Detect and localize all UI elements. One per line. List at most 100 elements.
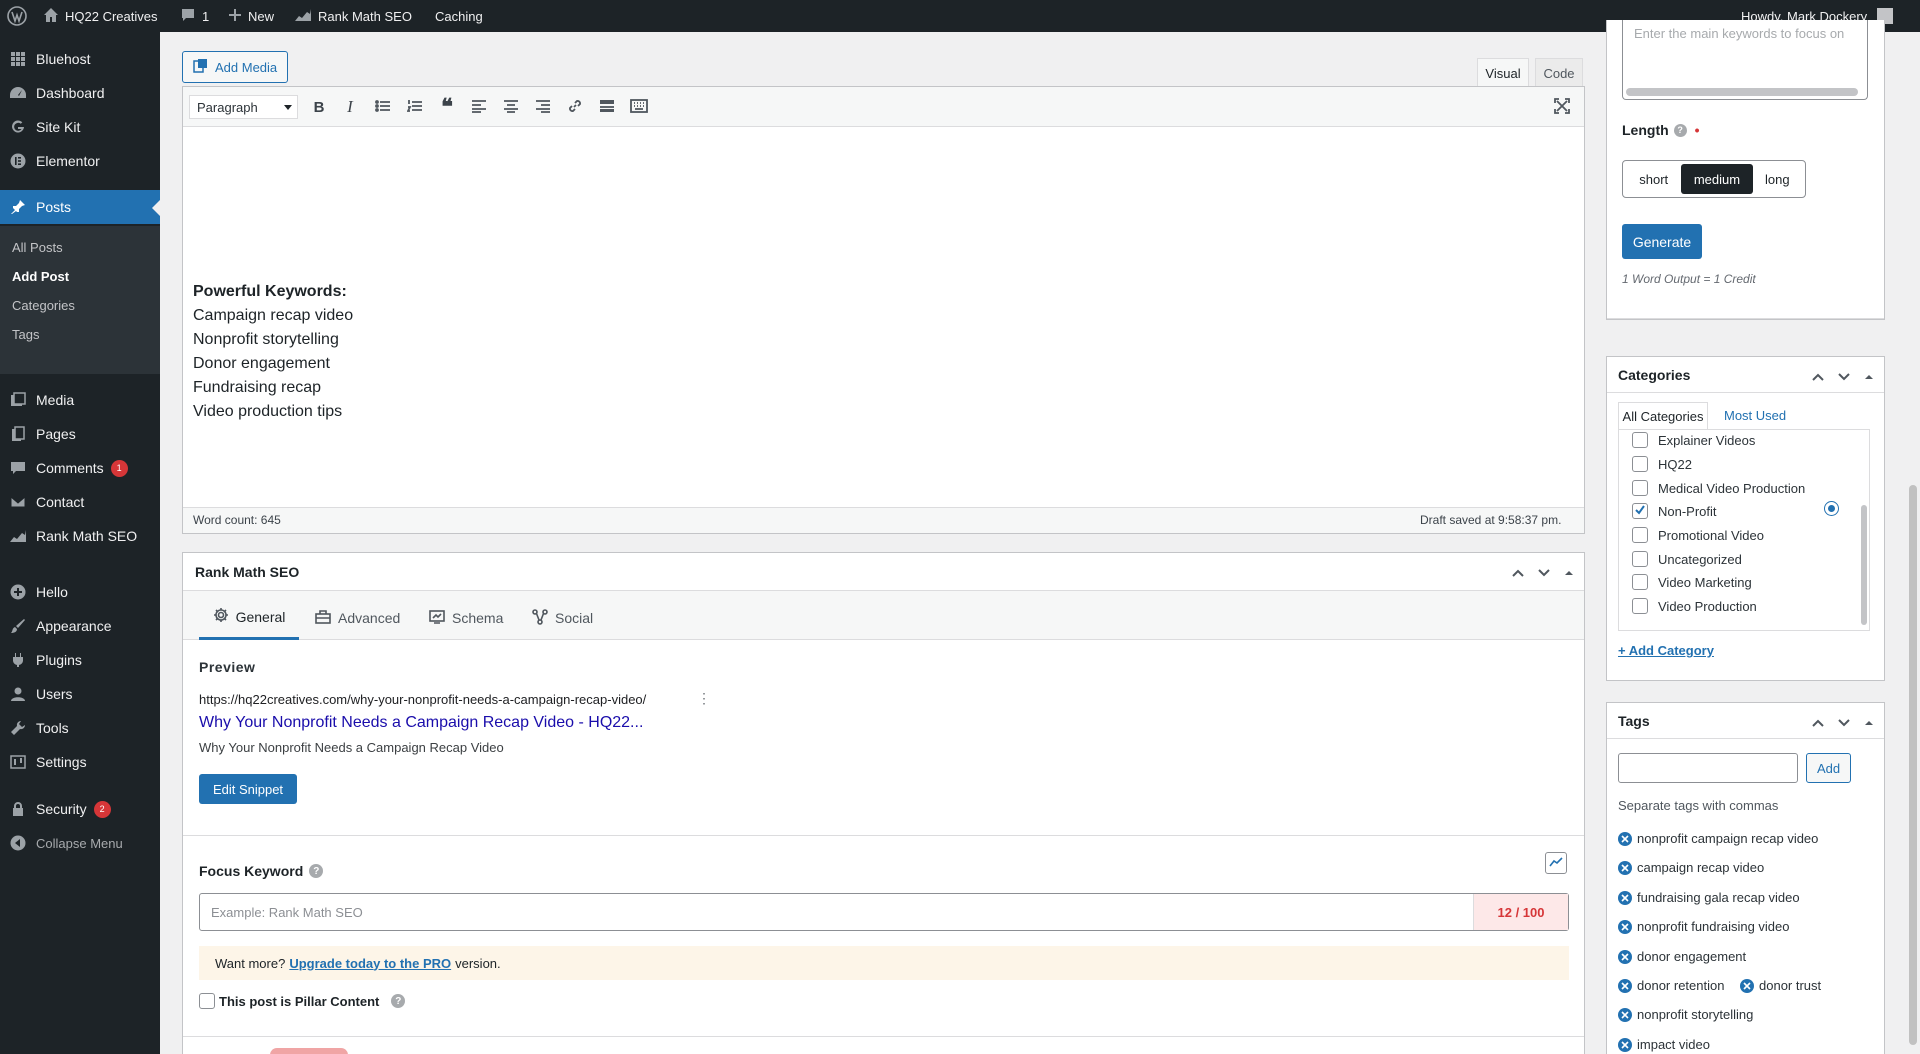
category-checkbox[interactable] bbox=[1632, 503, 1648, 519]
add-category-link[interactable]: + Add Category bbox=[1618, 643, 1714, 658]
sidebar-item-settings[interactable]: Settings bbox=[0, 745, 160, 779]
sidebar-item-site-kit[interactable]: Site Kit bbox=[0, 110, 160, 144]
submenu-all-posts[interactable]: All Posts bbox=[12, 240, 63, 255]
remove-tag-icon[interactable] bbox=[1618, 978, 1632, 993]
collapse-toggle-icon[interactable] bbox=[1564, 565, 1574, 581]
move-up-icon[interactable] bbox=[1812, 369, 1824, 385]
category-item-promotional[interactable]: Promotional Video bbox=[1632, 527, 1764, 543]
align-left-button[interactable] bbox=[468, 96, 490, 118]
category-item-medical[interactable]: Medical Video Production bbox=[1632, 480, 1805, 496]
align-center-button[interactable] bbox=[500, 96, 522, 118]
category-item-hq22[interactable]: HQ22 bbox=[1632, 456, 1692, 472]
length-long-option[interactable]: long bbox=[1753, 164, 1802, 194]
partial-button[interactable] bbox=[270, 1048, 348, 1054]
sidebar-item-comments[interactable]: Comments 1 bbox=[0, 451, 160, 485]
sidebar-item-plugins[interactable]: Plugins bbox=[0, 643, 160, 677]
preview-title[interactable]: Why Your Nonprofit Needs a Campaign Reca… bbox=[199, 714, 643, 732]
sidebar-item-posts[interactable]: Posts bbox=[0, 190, 160, 224]
category-item-video-marketing[interactable]: Video Marketing bbox=[1632, 574, 1752, 590]
category-checkbox[interactable] bbox=[1632, 551, 1648, 567]
comments-link[interactable]: 1 bbox=[180, 0, 209, 32]
tab-general[interactable]: General bbox=[199, 596, 299, 640]
submenu-tags[interactable]: Tags bbox=[12, 327, 39, 342]
add-tag-button[interactable]: Add bbox=[1806, 753, 1852, 783]
italic-button[interactable]: I bbox=[339, 96, 361, 118]
remove-tag-icon[interactable] bbox=[1618, 1037, 1632, 1052]
length-medium-option[interactable]: medium bbox=[1681, 164, 1753, 194]
sidebar-item-rank-math[interactable]: Rank Math SEO bbox=[0, 519, 160, 553]
category-item-uncategorized[interactable]: Uncategorized bbox=[1632, 551, 1742, 567]
sidebar-item-media[interactable]: Media bbox=[0, 383, 160, 417]
tab-all-categories[interactable]: All Categories bbox=[1618, 402, 1708, 429]
sidebar-item-contact[interactable]: Contact bbox=[0, 485, 160, 519]
format-select[interactable]: Paragraph bbox=[189, 95, 298, 119]
sidebar-item-appearance[interactable]: Appearance bbox=[0, 609, 160, 643]
primary-category-radio[interactable] bbox=[1824, 501, 1839, 516]
category-scrollbar[interactable] bbox=[1861, 505, 1867, 625]
trend-button[interactable] bbox=[1545, 852, 1567, 874]
remove-tag-icon[interactable] bbox=[1618, 919, 1632, 934]
textarea-scrollbar[interactable] bbox=[1626, 88, 1858, 96]
bulleted-list-button[interactable] bbox=[372, 96, 394, 118]
category-checkbox[interactable] bbox=[1632, 527, 1648, 543]
numbered-list-button[interactable] bbox=[404, 96, 426, 118]
page-scrollbar-thumb[interactable] bbox=[1909, 485, 1917, 1045]
submenu-categories[interactable]: Categories bbox=[12, 298, 75, 313]
sidebar-item-dashboard[interactable]: Dashboard bbox=[0, 76, 160, 110]
help-icon[interactable]: ? bbox=[1673, 123, 1687, 137]
tab-most-used[interactable]: Most Used bbox=[1724, 408, 1786, 423]
category-item-video-production[interactable]: Video Production bbox=[1632, 598, 1757, 614]
sidebar-item-tools[interactable]: Tools bbox=[0, 711, 160, 745]
caching-link[interactable]: Caching bbox=[435, 0, 483, 32]
generate-button[interactable]: Generate bbox=[1622, 224, 1702, 259]
preview-more-icon[interactable]: ⋮ bbox=[697, 691, 711, 705]
sidebar-item-users[interactable]: Users bbox=[0, 677, 160, 711]
wordpress-logo-icon[interactable] bbox=[7, 0, 27, 32]
help-icon[interactable]: ? bbox=[309, 864, 324, 878]
tab-visual[interactable]: Visual bbox=[1477, 58, 1529, 87]
remove-tag-icon[interactable] bbox=[1618, 949, 1632, 964]
sidebar-item-bluehost[interactable]: Bluehost bbox=[0, 42, 160, 76]
help-icon[interactable]: ? bbox=[391, 994, 406, 1008]
remove-tag-icon[interactable] bbox=[1618, 890, 1632, 905]
sidebar-item-elementor[interactable]: Elementor bbox=[0, 144, 160, 178]
tab-advanced[interactable]: Advanced bbox=[315, 596, 400, 640]
site-name-link[interactable]: HQ22 Creatives bbox=[43, 0, 157, 32]
category-item-explainer-videos[interactable]: Explainer Videos bbox=[1632, 432, 1755, 448]
insert-link-button[interactable] bbox=[564, 96, 586, 118]
upgrade-link[interactable]: Upgrade today to the PRO bbox=[289, 956, 451, 971]
tab-code[interactable]: Code bbox=[1535, 58, 1583, 87]
focus-keyword-field[interactable]: Example: Rank Math SEO 12 / 100 bbox=[199, 893, 1569, 931]
blockquote-button[interactable]: ❝ bbox=[436, 94, 458, 120]
edit-snippet-button[interactable]: Edit Snippet bbox=[199, 774, 297, 804]
collapse-toggle-icon[interactable] bbox=[1864, 369, 1874, 385]
remove-tag-icon[interactable] bbox=[1618, 860, 1632, 875]
move-up-icon[interactable] bbox=[1812, 715, 1824, 731]
submenu-add-post[interactable]: Add Post bbox=[12, 269, 69, 284]
rank-math-link[interactable]: Rank Math SEO bbox=[294, 0, 412, 32]
remove-tag-icon[interactable] bbox=[1618, 831, 1632, 846]
category-checkbox[interactable] bbox=[1632, 456, 1648, 472]
category-checkbox[interactable] bbox=[1632, 432, 1648, 448]
length-short-option[interactable]: short bbox=[1626, 164, 1681, 194]
tag-input[interactable] bbox=[1618, 753, 1798, 783]
new-content-link[interactable]: New bbox=[228, 0, 274, 32]
move-down-icon[interactable] bbox=[1838, 715, 1850, 731]
remove-tag-icon[interactable] bbox=[1740, 978, 1754, 993]
category-item-non-profit[interactable]: Non-Profit bbox=[1632, 503, 1717, 519]
remove-tag-icon[interactable] bbox=[1618, 1007, 1632, 1022]
sidebar-item-pages[interactable]: Pages bbox=[0, 417, 160, 451]
sidebar-item-security[interactable]: Security 2 bbox=[0, 792, 160, 826]
pillar-content-checkbox[interactable] bbox=[199, 993, 215, 1009]
category-checkbox[interactable] bbox=[1632, 480, 1648, 496]
collapse-menu-button[interactable]: Collapse Menu bbox=[0, 826, 160, 860]
collapse-toggle-icon[interactable] bbox=[1864, 715, 1874, 731]
category-checkbox[interactable] bbox=[1632, 598, 1648, 614]
keywords-textarea[interactable]: Enter the main keywords to focus on bbox=[1622, 20, 1868, 100]
fullscreen-button[interactable] bbox=[1551, 96, 1573, 118]
toolbar-toggle-button[interactable] bbox=[628, 96, 650, 118]
category-checkbox[interactable] bbox=[1632, 574, 1648, 590]
tab-schema[interactable]: Schema bbox=[429, 596, 503, 640]
add-media-button[interactable]: Add Media bbox=[182, 51, 289, 83]
move-down-icon[interactable] bbox=[1838, 369, 1850, 385]
